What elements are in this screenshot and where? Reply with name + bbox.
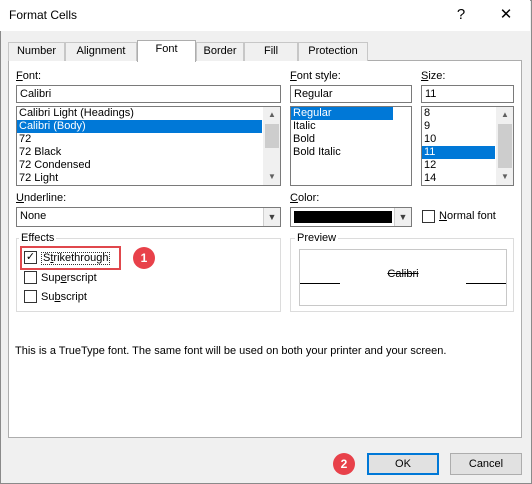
scroll-down-icon[interactable]: ▼ bbox=[497, 169, 513, 185]
font-list-scrollbar[interactable]: ▲ ▼ bbox=[263, 107, 280, 185]
preview-sample-text: Calibri bbox=[387, 268, 419, 280]
subscript-checkbox[interactable] bbox=[24, 290, 37, 303]
subscript-label[interactable]: Subscript bbox=[41, 291, 87, 303]
font-list-item[interactable]: 72 Light bbox=[17, 172, 280, 185]
font-list-item[interactable]: 72 Condensed bbox=[17, 159, 280, 172]
scroll-up-icon[interactable]: ▲ bbox=[497, 107, 513, 123]
underline-value: None bbox=[20, 210, 47, 222]
underline-label: Underline: bbox=[16, 192, 67, 204]
scroll-down-icon[interactable]: ▼ bbox=[264, 169, 280, 185]
chevron-down-icon[interactable]: ▼ bbox=[394, 208, 411, 226]
cancel-button[interactable]: Cancel bbox=[450, 453, 522, 475]
callout-badge-2: 2 bbox=[333, 453, 355, 475]
size-list-item-selected[interactable]: 11 bbox=[422, 146, 495, 159]
help-button[interactable]: ? bbox=[448, 3, 474, 27]
tab-border[interactable]: Border bbox=[196, 42, 244, 61]
size-input[interactable]: 11 bbox=[421, 85, 514, 103]
normal-font-checkbox[interactable] bbox=[422, 210, 435, 223]
strikethrough-label[interactable]: Strikethrough bbox=[41, 252, 111, 265]
font-style-item[interactable]: Bold Italic bbox=[291, 146, 411, 159]
tab-number[interactable]: Number bbox=[8, 42, 65, 61]
font-style-item[interactable]: Italic bbox=[291, 120, 411, 133]
font-style-label: Font style: bbox=[290, 70, 341, 82]
preview-baseline-right bbox=[466, 283, 506, 284]
normal-font-label[interactable]: Normal font bbox=[439, 210, 496, 222]
tab-alignment[interactable]: Alignment bbox=[65, 42, 137, 61]
scroll-up-icon[interactable]: ▲ bbox=[264, 107, 280, 123]
effects-title: Effects bbox=[19, 232, 57, 244]
ok-button[interactable]: OK bbox=[367, 453, 439, 475]
font-list[interactable]: Calibri Light (Headings) Calibri (Body) … bbox=[16, 106, 281, 186]
preview-title: Preview bbox=[295, 232, 339, 244]
color-label: Color: bbox=[290, 192, 320, 204]
callout-badge-1: 1 bbox=[133, 247, 155, 269]
size-list[interactable]: 8 9 10 11 12 14 ▲ ▼ bbox=[421, 106, 514, 186]
font-style-input[interactable]: Regular bbox=[290, 85, 412, 103]
size-list-scrollbar[interactable]: ▲ ▼ bbox=[496, 107, 513, 185]
truetype-info-text: This is a TrueType font. The same font w… bbox=[15, 345, 447, 357]
tab-bar: Number Alignment Font Border Fill Protec… bbox=[8, 40, 368, 62]
color-swatch bbox=[294, 211, 392, 223]
superscript-checkbox[interactable] bbox=[24, 271, 37, 284]
color-picker[interactable]: ▼ bbox=[290, 207, 412, 227]
preview-box: Calibri bbox=[299, 249, 507, 306]
tab-protection[interactable]: Protection bbox=[298, 42, 368, 61]
font-style-item-selected[interactable]: Regular bbox=[291, 107, 393, 120]
font-list-item-selected[interactable]: Calibri (Body) bbox=[17, 120, 262, 133]
preview-baseline-left bbox=[300, 283, 340, 284]
font-list-item[interactable]: 72 bbox=[17, 133, 280, 146]
chevron-down-icon[interactable]: ▼ bbox=[263, 208, 280, 226]
font-list-item[interactable]: 72 Black bbox=[17, 146, 280, 159]
font-label: Font: bbox=[16, 70, 42, 82]
tab-font[interactable]: Font bbox=[137, 40, 196, 62]
font-input[interactable]: Calibri bbox=[16, 85, 281, 103]
dialog-title: Format Cells bbox=[9, 8, 78, 22]
font-style-list[interactable]: Regular Italic Bold Bold Italic bbox=[290, 106, 412, 186]
tab-fill[interactable]: Fill bbox=[244, 42, 298, 61]
size-label: Size: bbox=[421, 70, 446, 82]
underline-select[interactable]: None ▼ bbox=[16, 207, 281, 227]
font-style-item[interactable]: Bold bbox=[291, 133, 411, 146]
superscript-label[interactable]: Superscript bbox=[41, 272, 97, 284]
strikethrough-checkbox[interactable]: ✓ bbox=[24, 251, 37, 264]
scroll-thumb[interactable] bbox=[498, 124, 512, 168]
close-button[interactable]: ✕ bbox=[492, 3, 520, 27]
scroll-thumb[interactable] bbox=[265, 124, 279, 148]
font-list-item[interactable]: Calibri Light (Headings) bbox=[17, 107, 280, 120]
